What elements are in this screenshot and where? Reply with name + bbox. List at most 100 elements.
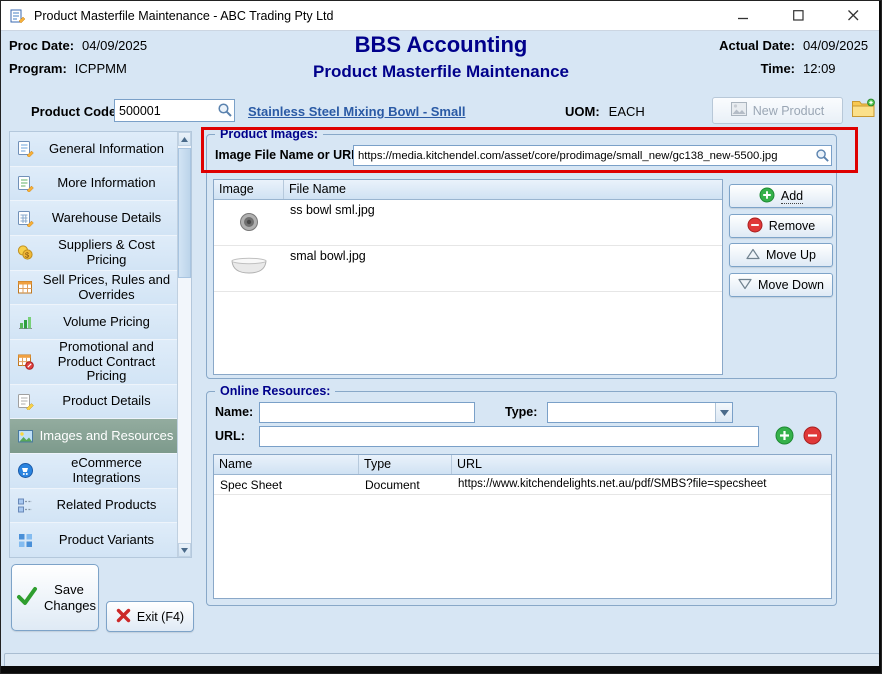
maximize-button[interactable] [771,1,826,30]
scroll-down-arrow[interactable] [178,543,191,557]
bowl-top-thumbnail [238,210,260,235]
remove-image-button[interactable]: Remove [729,214,833,238]
move-down-button[interactable]: Move Down [729,273,833,297]
column-header-file-name[interactable]: File Name [284,180,722,199]
resource-name-input[interactable] [260,403,474,422]
move-up-arrow-icon [746,248,760,263]
sidebar-item-product-variants[interactable]: Product Variants [10,523,177,557]
sidebar-item-related-products[interactable]: Related Products [10,489,177,524]
sidebar-item-warehouse-details[interactable]: Warehouse Details [10,201,177,236]
image-url-field [353,145,832,166]
image-url-input[interactable] [354,146,831,165]
new-product-icon [731,102,747,119]
sidebar-item-label: Product Variants [39,533,174,548]
sidebar-item-images-and-resources[interactable]: Images and Resources [10,419,177,454]
resource-url: https://www.kitchendelights.net.au/pdf/S… [452,475,831,494]
online-resources-table: Name Type URL Spec Sheet Document https:… [213,454,832,599]
image-url-label: Image File Name or URL: [215,148,363,162]
add-resource-button[interactable] [775,426,794,445]
exit-x-icon [116,608,131,626]
save-check-icon [16,585,38,610]
resource-url-input[interactable] [260,427,758,446]
image-thumbnail-cell [214,246,284,291]
column-header-url[interactable]: URL [452,455,831,474]
sell-prices-icon [17,279,34,296]
sidebar-item-label: Volume Pricing [39,315,174,330]
remove-resource-button[interactable] [803,426,822,445]
actual-date-row: Actual Date: 04/09/2025 [711,38,875,53]
chevron-down-icon [715,403,732,422]
program-row: Program: ICPPMM [9,61,127,76]
scroll-track[interactable] [178,146,191,543]
sidebar-scrollbar [177,132,191,557]
scroll-thumb[interactable] [178,148,191,278]
resource-name: Spec Sheet [214,475,359,494]
sidebar-item-ecommerce-integrations[interactable]: eCommerce Integrations [10,454,177,489]
image-folder-button[interactable] [848,96,878,124]
remove-label: Remove [769,219,816,233]
sidebar-item-label: Warehouse Details [39,211,174,226]
column-header-type[interactable]: Type [359,455,452,474]
product-images-table: Image File Name ss bowl sml.jpg smal bow… [213,179,723,375]
sidebar-item-label: Images and Resources [39,429,174,444]
ecommerce-integrations-icon [17,462,34,479]
add-image-button[interactable]: Add [729,184,833,208]
scroll-up-arrow[interactable] [178,132,191,146]
sidebar-item-suppliers-cost-pricing[interactable]: $ Suppliers & Cost Pricing [10,236,177,271]
general-information-icon [17,140,34,157]
online-resources-group: Online Resources: Name: Type: URL: Name … [206,391,837,606]
image-table-row[interactable]: smal bowl.jpg [214,246,722,292]
close-button[interactable] [826,1,881,30]
sidebar-items: General Information More Information War… [10,132,177,557]
related-products-icon [17,497,34,514]
resource-name-field [259,402,475,423]
move-up-label: Move Up [766,248,816,262]
resource-type: Document [359,475,452,494]
sidebar-item-product-details[interactable]: Product Details [10,385,177,420]
uom-row: UOM: EACH [565,104,645,119]
column-header-name[interactable]: Name [214,455,359,474]
column-header-image[interactable]: Image [214,180,284,199]
app-title: BBS Accounting [313,32,569,58]
header-titles: BBS Accounting Product Masterfile Mainte… [313,32,569,83]
product-images-group: Product Images: Image File Name or URL: … [206,134,837,379]
online-resources-group-label: Online Resources: [215,384,335,398]
sidebar-item-more-information[interactable]: More Information [10,167,177,202]
proc-date-value: 04/09/2025 [82,38,147,53]
resource-type-select[interactable] [547,402,733,423]
move-up-button[interactable]: Move Up [729,243,833,267]
resource-type-value [548,403,715,422]
exit-button[interactable]: Exit (F4) [106,601,194,632]
sidebar-item-label: Suppliers & Cost Pricing [39,238,174,267]
save-changes-label: Save Changes [44,582,94,613]
minimize-button[interactable] [716,1,771,30]
save-changes-button[interactable]: Save Changes [11,564,99,631]
actual-date-label: Actual Date: [711,38,795,53]
window-title: Product Masterfile Maintenance - ABC Tra… [34,9,333,23]
image-url-search-icon[interactable] [815,148,830,166]
sidebar-item-sell-prices[interactable]: Sell Prices, Rules and Overrides [10,271,177,306]
resource-type-label: Type: [505,405,537,419]
actual-date-value: 04/09/2025 [803,38,875,53]
product-images-group-label: Product Images: [215,127,323,141]
promotional-pricing-icon [17,353,34,370]
titlebar: Product Masterfile Maintenance - ABC Tra… [1,1,881,31]
online-resources-table-header: Name Type URL [214,455,831,475]
window-right-edge [879,1,881,673]
sidebar-item-general-information[interactable]: General Information [10,132,177,167]
time-label: Time: [711,61,795,76]
new-product-button[interactable]: New Product [712,97,843,124]
image-table-row[interactable]: ss bowl sml.jpg [214,200,722,246]
exit-label: Exit (F4) [137,610,184,624]
image-file-name: smal bowl.jpg [284,246,722,291]
sidebar-item-label: eCommerce Integrations [39,456,174,485]
volume-pricing-icon [17,314,34,331]
sidebar-item-volume-pricing[interactable]: Volume Pricing [10,305,177,340]
sidebar-item-promotional-pricing[interactable]: Promotional and Product Contract Pricing [10,340,177,385]
window-controls [716,1,881,30]
move-down-arrow-icon [738,278,752,293]
resource-table-row[interactable]: Spec Sheet Document https://www.kitchend… [214,475,831,495]
product-code-search-icon[interactable] [217,102,233,121]
app-window: Product Masterfile Maintenance - ABC Tra… [0,0,882,674]
product-name-link[interactable]: Stainless Steel Mixing Bowl - Small [248,104,465,119]
